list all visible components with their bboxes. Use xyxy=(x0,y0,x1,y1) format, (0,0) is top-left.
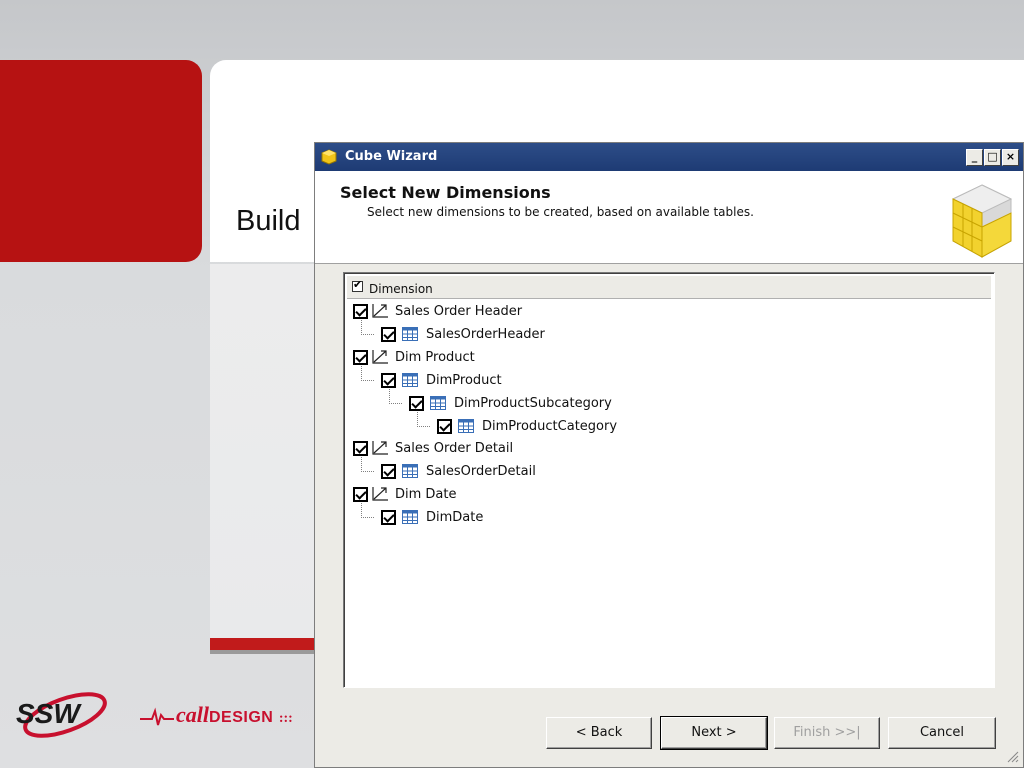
page-subtitle: Select new dimensions to be created, bas… xyxy=(367,205,754,219)
node-checkbox[interactable] xyxy=(381,463,396,479)
node-checkbox[interactable] xyxy=(381,372,396,388)
tree-node[interactable]: DimDate xyxy=(381,507,483,527)
dimension-tree: Dimension Sales Order Header SalesOrderH… xyxy=(343,272,995,688)
tree-node[interactable]: Dim Date xyxy=(353,484,457,504)
tree-connector xyxy=(389,389,402,404)
finish-button[interactable]: Finish >>| xyxy=(774,717,880,749)
tree-connector xyxy=(361,457,374,472)
minimize-button[interactable]: _ xyxy=(966,149,983,166)
node-label: DimProductCategory xyxy=(482,418,618,434)
node-label: Dim Product xyxy=(395,349,475,365)
tree-node[interactable]: SalesOrderDetail xyxy=(381,461,536,481)
slide-red-underline xyxy=(210,638,330,650)
node-label: DimProductSubcategory xyxy=(454,395,612,411)
node-label: SalesOrderDetail xyxy=(426,463,536,479)
node-checkbox[interactable] xyxy=(381,509,396,525)
select-all-checkbox[interactable] xyxy=(352,278,363,292)
tree-connector xyxy=(361,366,374,381)
tree-node[interactable]: SalesOrderHeader xyxy=(381,324,545,344)
node-label: Sales Order Detail xyxy=(395,440,514,456)
close-button[interactable]: × xyxy=(1002,149,1019,166)
ssw-logo: SSW xyxy=(10,685,120,749)
tree-column-header[interactable]: Dimension xyxy=(347,276,991,299)
node-checkbox[interactable] xyxy=(437,418,452,434)
resize-grip-icon[interactable] xyxy=(1005,749,1019,763)
cancel-button[interactable]: Cancel xyxy=(888,717,996,749)
tree-node[interactable]: Sales Order Detail xyxy=(353,438,513,458)
tree-connector xyxy=(417,412,430,427)
svg-text:SSW: SSW xyxy=(16,698,82,729)
table-icon xyxy=(430,396,446,410)
back-button[interactable]: < Back xyxy=(546,717,652,749)
dimension-icon xyxy=(372,487,388,501)
wizard-header: Select New Dimensions Select new dimensi… xyxy=(315,171,1023,264)
dimension-icon xyxy=(372,350,388,364)
dialog-title: Cube Wizard xyxy=(345,149,438,164)
tree-body: Sales Order Header SalesOrderHeader Dim … xyxy=(347,300,991,684)
node-checkbox[interactable] xyxy=(353,440,368,456)
slide-title: Build xyxy=(236,205,301,237)
title-bar[interactable]: Cube Wizard _ □ × xyxy=(315,143,1023,171)
page-title: Select New Dimensions xyxy=(340,183,551,202)
node-checkbox[interactable] xyxy=(353,303,368,319)
slide-red-accent xyxy=(0,60,202,262)
tree-connector xyxy=(361,503,374,518)
column-header-label: Dimension xyxy=(369,282,433,296)
node-label: Sales Order Header xyxy=(395,303,523,319)
tree-connector xyxy=(361,320,374,335)
cube-wizard-dialog: Cube Wizard _ □ × Select New Dimensions … xyxy=(314,142,1024,768)
pulse-icon xyxy=(140,707,174,726)
table-icon xyxy=(458,419,474,433)
node-label: DimDate xyxy=(426,509,484,525)
tree-node[interactable]: DimProductCategory xyxy=(437,416,617,436)
tree-node[interactable]: DimProductSubcategory xyxy=(409,393,612,413)
node-checkbox[interactable] xyxy=(409,395,424,411)
table-icon xyxy=(402,373,418,387)
calldesign-logo: callDESIGN ::: xyxy=(140,702,293,728)
cube-icon xyxy=(321,149,337,165)
node-checkbox[interactable] xyxy=(353,349,368,365)
table-icon xyxy=(402,327,418,341)
table-icon xyxy=(402,464,418,478)
node-label: DimProduct xyxy=(426,372,502,388)
node-checkbox[interactable] xyxy=(381,326,396,342)
node-label: SalesOrderHeader xyxy=(426,326,545,342)
tree-node[interactable]: Sales Order Header xyxy=(353,301,522,321)
dimension-icon xyxy=(372,304,388,318)
slide-gray-underline xyxy=(210,650,330,654)
dimension-icon xyxy=(372,441,388,455)
node-label: Dim Date xyxy=(395,486,457,502)
maximize-button[interactable]: □ xyxy=(984,149,1001,166)
next-button[interactable]: Next > xyxy=(660,716,768,750)
table-icon xyxy=(402,510,418,524)
tree-node[interactable]: Dim Product xyxy=(353,347,475,367)
node-checkbox[interactable] xyxy=(353,486,368,502)
tree-node[interactable]: DimProduct xyxy=(381,370,502,390)
cube-graphic-icon xyxy=(951,184,1013,258)
